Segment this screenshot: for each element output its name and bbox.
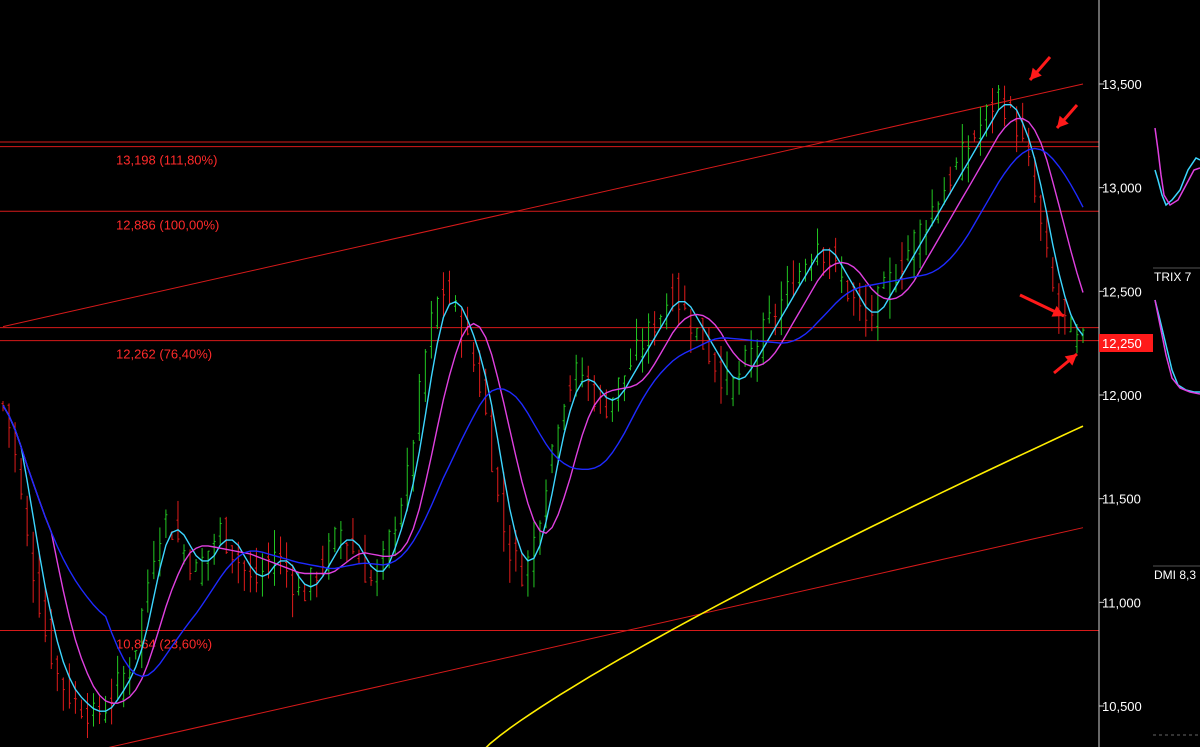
trix-panel: TRIX 7 (1153, 127, 1200, 395)
fib-level-label: 10,864 (23,60%) (116, 637, 212, 652)
y-tick-label: 13,500 (1102, 77, 1142, 92)
red-arrow-icon (1028, 56, 1052, 81)
current-price-label: 12,250 (1102, 336, 1142, 351)
moving-average-line (2, 117, 1084, 704)
current-price-badge: 12,250 (1099, 334, 1153, 352)
trendline (108, 527, 1084, 747)
price-axis: 13,500 13,000 12,500 12,000 11,500 11,000 10,5… (1099, 77, 1142, 714)
y-tick-label: 13,000 (1102, 181, 1142, 196)
y-tick-label: 12,000 (1102, 388, 1142, 403)
fib-level-label: 12,262 (76,40%) (116, 347, 212, 362)
y-tick-label: 11,500 (1102, 492, 1141, 507)
long-moving-average-line (485, 425, 1084, 747)
red-arrow-icon (1055, 104, 1079, 129)
red-arrow-icon (1053, 352, 1078, 375)
trendline (2, 83, 1084, 328)
fib-level-label: 12,886 (100,00%) (116, 217, 219, 232)
y-tick-label: 11,000 (1102, 595, 1141, 610)
moving-average-line (2, 104, 1084, 712)
y-tick-label: 10,500 (1102, 699, 1142, 714)
price-chart[interactable]: 13,198 (111,80%) 12,886 (100,00%) 12,262 (… (0, 0, 1200, 747)
trix-label: TRIX 7 (1154, 270, 1192, 284)
annotation-arrows (1019, 56, 1079, 375)
fib-level-label: 13,198 (111,80%) (116, 153, 217, 168)
y-tick-label: 12,500 (1102, 284, 1142, 299)
red-arrow-icon (1019, 293, 1065, 318)
fibonacci-levels: 13,198 (111,80%) 12,886 (100,00%) 12,262 (… (0, 141, 1099, 652)
dmi-panel: DMI 8,3 (1153, 565, 1200, 736)
dmi-label: DMI 8,3 (1154, 568, 1196, 582)
